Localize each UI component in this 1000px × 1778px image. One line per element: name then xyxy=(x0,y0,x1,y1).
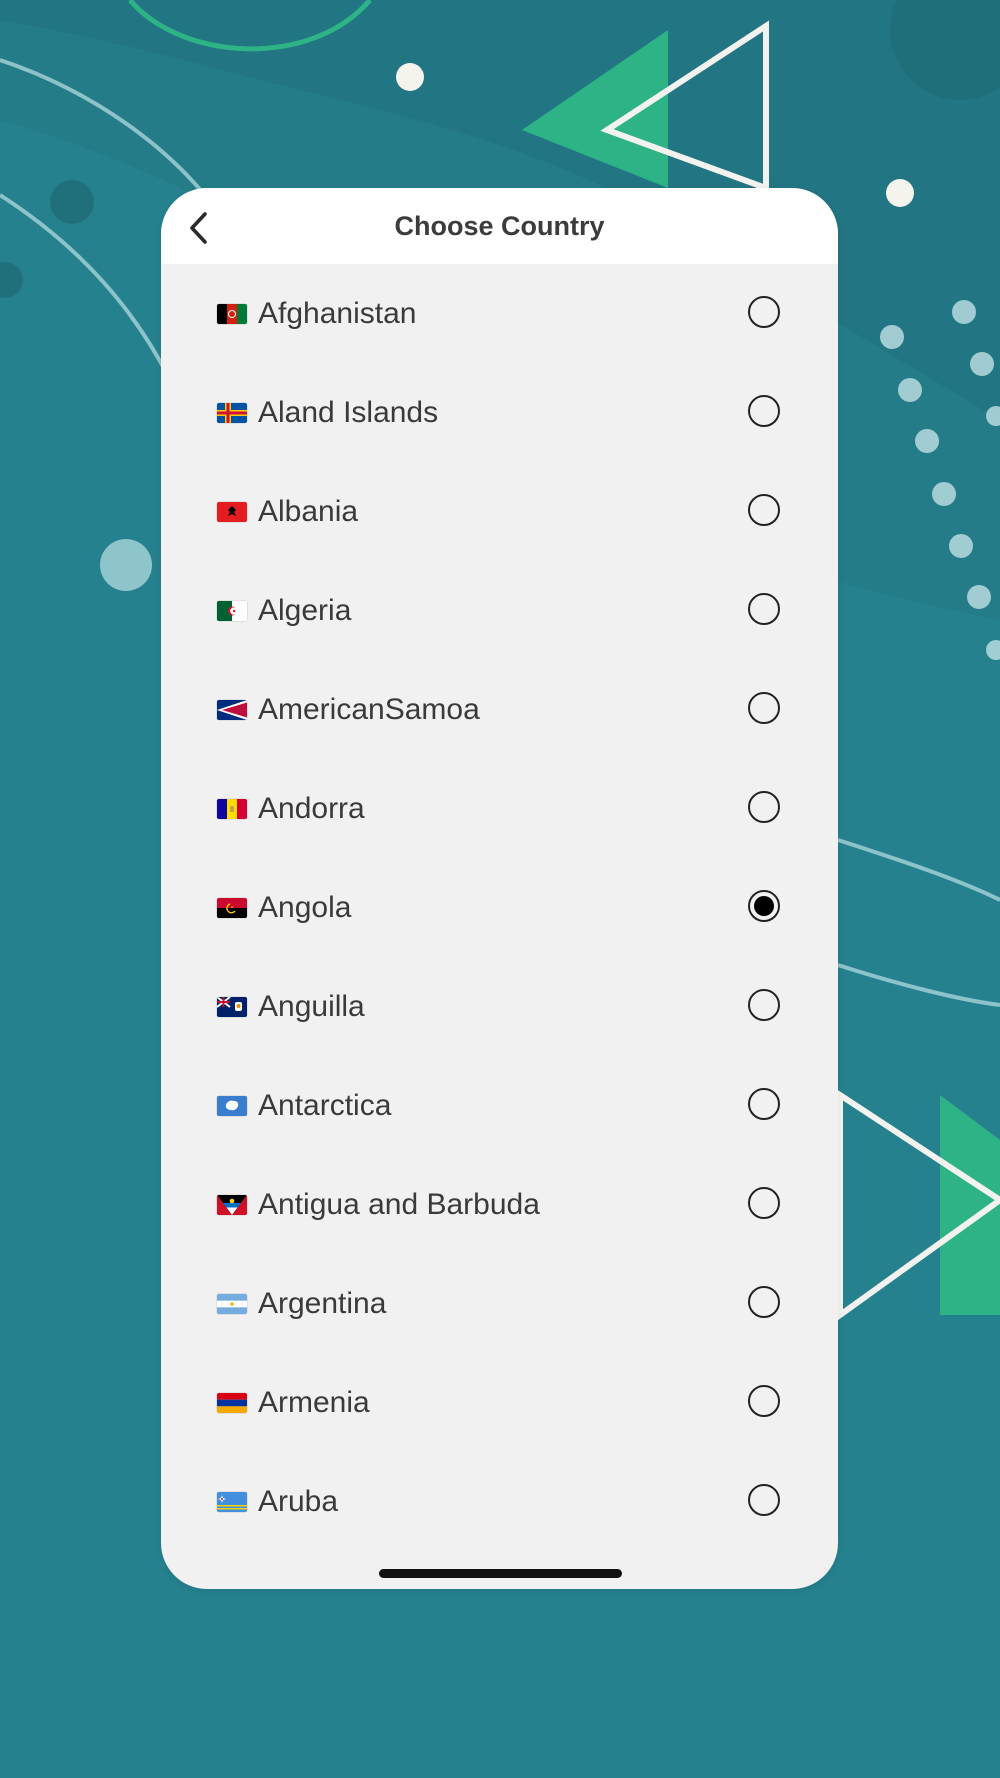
country-row-andorra[interactable]: Andorra xyxy=(161,759,838,858)
country-name: Aruba xyxy=(258,1484,339,1518)
country-row-armenia[interactable]: Armenia xyxy=(161,1353,838,1452)
radio-button[interactable] xyxy=(748,295,780,328)
andorra-flag-icon xyxy=(217,798,247,819)
radio-button[interactable] xyxy=(748,394,780,427)
radio-button[interactable] xyxy=(748,988,780,1021)
argentina-flag-icon xyxy=(217,1293,247,1314)
country-name: Andorra xyxy=(258,791,365,825)
country-name: Afghanistan xyxy=(258,296,417,330)
radio-button[interactable] xyxy=(748,1285,780,1318)
radio-button[interactable] xyxy=(748,1087,780,1120)
anguilla-flag-icon xyxy=(217,996,247,1017)
home-indicator xyxy=(379,1569,622,1578)
country-row-antarctica[interactable]: Antarctica xyxy=(161,1056,838,1155)
albania-flag-icon xyxy=(217,501,247,522)
country-name: Algeria xyxy=(258,593,352,627)
armenia-flag-icon xyxy=(217,1392,247,1413)
angola-flag-icon xyxy=(217,897,247,918)
radio-button[interactable] xyxy=(748,1384,780,1417)
country-row-afghanistan[interactable]: Afghanistan xyxy=(161,264,838,363)
header-bar: Choose Country xyxy=(161,188,838,264)
radio-button[interactable] xyxy=(748,1186,780,1219)
country-picker-sheet: Choose Country Afghanistan Aland Islands… xyxy=(161,188,838,1589)
radio-button[interactable] xyxy=(748,592,780,625)
antigua-and-barbuda-flag-icon xyxy=(217,1194,247,1215)
country-row-aruba[interactable]: Aruba xyxy=(161,1452,838,1551)
country-name: Armenia xyxy=(258,1385,370,1419)
page-title: Choose Country xyxy=(394,211,605,241)
afghanistan-flag-icon xyxy=(217,303,247,324)
country-row-anguilla[interactable]: Anguilla xyxy=(161,957,838,1056)
country-row-argentina[interactable]: Argentina xyxy=(161,1254,838,1353)
american-samoa-flag-icon xyxy=(217,699,247,720)
radio-button[interactable] xyxy=(748,493,780,526)
country-list: Afghanistan Aland Islands Albania Algeri… xyxy=(161,264,838,1551)
algeria-flag-icon xyxy=(217,600,247,621)
country-name: Anguilla xyxy=(258,989,365,1023)
country-row-american-samoa[interactable]: AmericanSamoa xyxy=(161,660,838,759)
aland-islands-flag-icon xyxy=(217,402,247,423)
radio-button-selected[interactable] xyxy=(748,889,780,922)
country-name: Argentina xyxy=(258,1286,387,1320)
country-row-aland-islands[interactable]: Aland Islands xyxy=(161,363,838,462)
antarctica-flag-icon xyxy=(217,1095,247,1116)
country-row-antigua-and-barbuda[interactable]: Antigua and Barbuda xyxy=(161,1155,838,1254)
country-row-algeria[interactable]: Algeria xyxy=(161,561,838,660)
country-name: Antigua and Barbuda xyxy=(258,1187,540,1221)
country-row-angola[interactable]: Angola xyxy=(161,858,838,957)
country-name: AmericanSamoa xyxy=(258,692,480,726)
radio-button[interactable] xyxy=(748,790,780,823)
country-name: Aland Islands xyxy=(258,395,439,429)
aruba-flag-icon xyxy=(217,1491,247,1512)
radio-button[interactable] xyxy=(748,1483,780,1516)
radio-button[interactable] xyxy=(748,691,780,724)
country-name: Angola xyxy=(258,890,352,924)
country-name: Albania xyxy=(258,494,359,528)
country-row-albania[interactable]: Albania xyxy=(161,462,838,561)
country-name: Antarctica xyxy=(258,1088,392,1122)
